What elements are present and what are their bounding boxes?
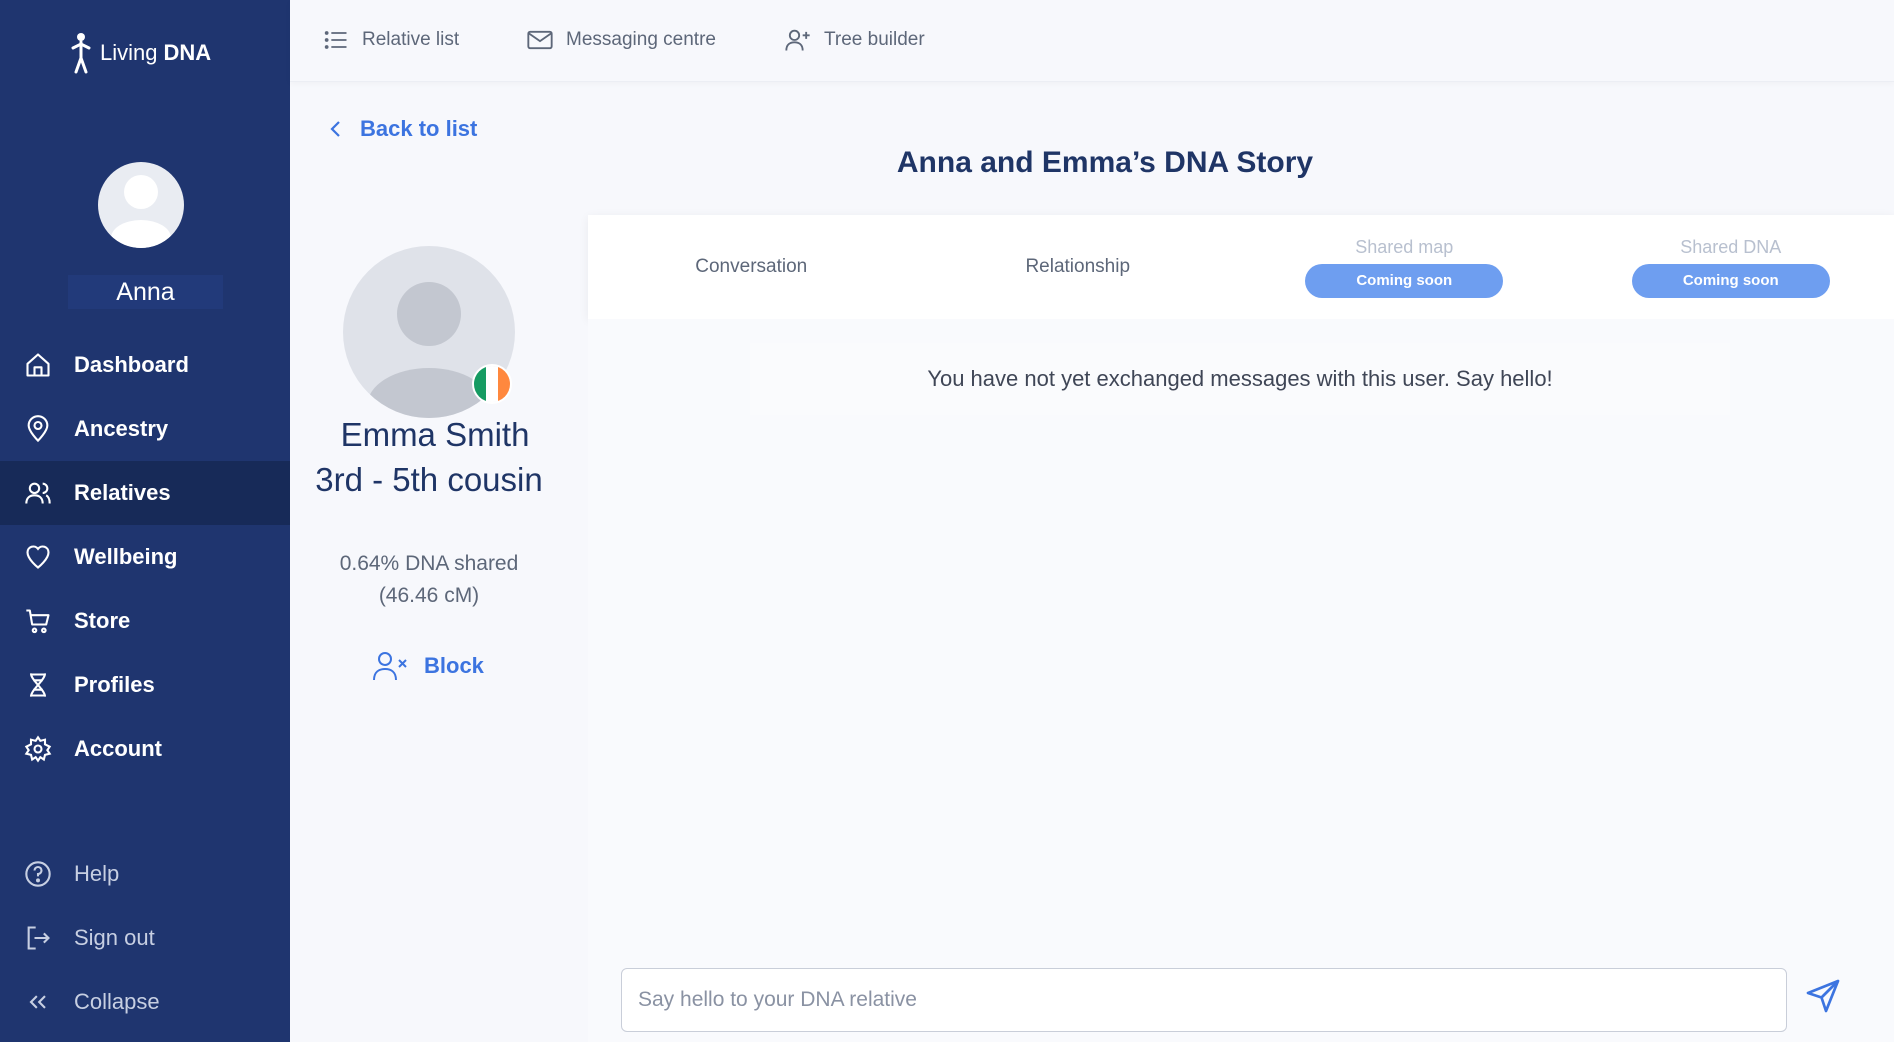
tab-shared-map: Shared map Coming soon: [1241, 215, 1568, 319]
sidebar-item-relatives[interactable]: Relatives: [0, 461, 290, 525]
sidebar-item-ancestry[interactable]: Ancestry: [0, 397, 290, 461]
user-avatar[interactable]: [98, 162, 184, 248]
sidebar-item-label: Relatives: [74, 480, 171, 505]
living-dna-logo-icon: [71, 33, 91, 74]
tab-relationship[interactable]: Relationship: [915, 215, 1242, 319]
relative-list-label: Relative list: [362, 29, 460, 50]
ireland-flag-icon: [472, 364, 512, 404]
page-title: Anna and Emma’s DNA Story: [896, 146, 1314, 179]
relative-list-link[interactable]: Relative list: [322, 26, 459, 54]
back-to-list-label: Back to list: [360, 116, 478, 141]
tree-builder-label: Tree builder: [824, 29, 925, 50]
relationship-label: 3rd - 5th cousin: [315, 461, 543, 498]
coming-soon-badge: Coming soon: [1305, 263, 1504, 298]
sidebar-item-label: Dashboard: [74, 352, 189, 377]
envelope-icon: [527, 30, 553, 50]
coming-soon-badge: Coming soon: [1631, 263, 1830, 298]
chevron-left-icon: [330, 121, 340, 137]
sidebar-item-label: Collapse: [74, 989, 160, 1014]
sidebar-item-label: Account: [74, 736, 162, 761]
living-dna-logo[interactable]: Living DNA: [68, 32, 211, 74]
tab-label: Shared map: [1355, 236, 1454, 257]
dna-shared-info: 0.64% DNA shared (46.46 cM): [300, 548, 558, 612]
sidebar-item-label: Wellbeing: [74, 544, 178, 569]
empty-conversation-message: You have not yet exchanged messages with…: [750, 343, 1730, 415]
dna-shared-percent: 0.64% DNA shared: [339, 552, 519, 575]
heart-icon: [26, 545, 50, 569]
user-name: Anna: [68, 275, 223, 309]
tab-label: Relationship: [1025, 256, 1131, 277]
list-icon: [324, 31, 347, 49]
story-tabs: Conversation Relationship Shared map Com…: [588, 215, 1894, 319]
message-input[interactable]: [621, 968, 1787, 1032]
block-label: Block: [424, 653, 484, 678]
user-avatar-icon: [111, 175, 171, 248]
send-icon[interactable]: [1805, 978, 1841, 1014]
sidebar-item-store[interactable]: Store: [0, 589, 290, 653]
sidebar-item-collapse[interactable]: Collapse: [0, 970, 290, 1034]
tree-builder-link[interactable]: Tree builder: [784, 26, 925, 54]
sidebar-nav: Dashboard Ancestry Relatives Wellbeing S…: [0, 333, 290, 781]
home-icon: [26, 353, 50, 377]
help-icon: [25, 861, 51, 887]
flag-stripe-green: [474, 366, 486, 402]
top-nav: Relative list Messaging centre Tree buil…: [290, 0, 1894, 82]
tab-conversation[interactable]: Conversation: [588, 215, 915, 319]
chevrons-left-icon: [29, 995, 46, 1009]
sidebar-item-wellbeing[interactable]: Wellbeing: [0, 525, 290, 589]
sidebar-bottom-nav: Help Sign out Collapse: [0, 842, 290, 1034]
sign-out-icon: [27, 926, 50, 950]
sidebar-item-label: Sign out: [74, 925, 155, 950]
tab-label: Shared DNA: [1680, 236, 1782, 257]
cart-icon: [26, 609, 50, 634]
logo-text-living: Living: [100, 40, 158, 65]
sidebar-item-label: Profiles: [74, 672, 155, 697]
dna-shared-cm: (46.46 cM): [378, 584, 480, 607]
tab-label: Conversation: [695, 256, 808, 277]
users-icon: [25, 482, 51, 504]
sidebar-item-profiles[interactable]: Profiles: [0, 653, 290, 717]
messaging-centre-label: Messaging centre: [566, 29, 716, 50]
gear-icon: [24, 735, 52, 763]
block-button[interactable]: Block: [372, 650, 484, 682]
relative-name: Emma Smith: [340, 416, 530, 453]
dna-icon: [29, 673, 47, 697]
logo-text-dna: DNA: [163, 40, 212, 65]
sidebar-item-label: Store: [74, 608, 131, 633]
conversation-panel: [588, 319, 1894, 1042]
sidebar-item-account[interactable]: Account: [0, 717, 290, 781]
flag-stripe-white: [486, 366, 498, 402]
sidebar-item-dashboard[interactable]: Dashboard: [0, 333, 290, 397]
back-to-list-link[interactable]: Back to list: [328, 116, 477, 142]
tab-shared-dna: Shared DNA Coming soon: [1568, 215, 1894, 319]
sidebar-item-sign-out[interactable]: Sign out: [0, 906, 290, 970]
sidebar: Living DNA Anna Dashboard Ancestry Relati…: [0, 0, 290, 1042]
sidebar-item-help[interactable]: Help: [0, 842, 290, 906]
flag-stripe-orange: [498, 366, 510, 402]
sidebar-item-label: Help: [74, 861, 120, 886]
sidebar-item-label: Ancestry: [74, 416, 169, 441]
map-pin-icon: [27, 415, 49, 443]
messaging-centre-link[interactable]: Messaging centre: [526, 26, 716, 54]
block-user-icon: [373, 652, 407, 681]
add-user-icon: [785, 29, 810, 51]
